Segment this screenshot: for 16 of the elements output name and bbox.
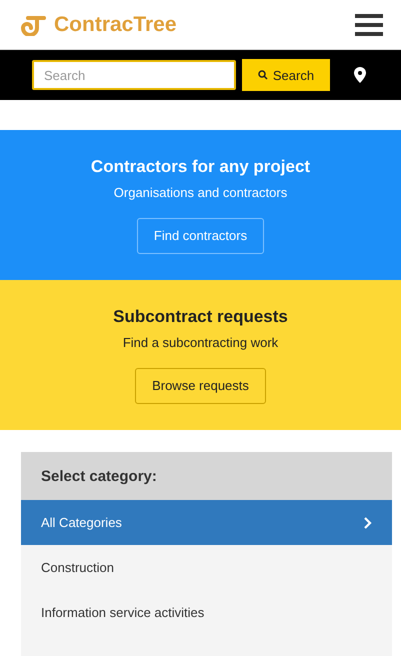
hero-button[interactable]: Browse requests	[135, 368, 266, 404]
menu-icon[interactable]	[355, 14, 383, 36]
search-icon	[258, 70, 268, 80]
search-field[interactable]: Search	[32, 60, 236, 90]
hero-title: Contractors for any project	[90, 156, 310, 176]
category-item[interactable]: Information service activities	[21, 590, 392, 635]
logo-icon	[20, 14, 46, 36]
location-pin-icon[interactable]	[354, 67, 366, 83]
category-item[interactable]: All Categories	[21, 500, 392, 545]
search-button[interactable]: Search	[242, 59, 330, 91]
hero-subtitle: Organisations and contractors	[114, 184, 288, 200]
category-item[interactable]: Construction	[21, 545, 392, 590]
category-title: Select category:	[21, 452, 392, 500]
hero-subtitle: Find a subcontracting work	[122, 334, 278, 350]
chevron-right-icon	[364, 516, 372, 528]
hero-title: Subcontract requests	[113, 306, 288, 326]
